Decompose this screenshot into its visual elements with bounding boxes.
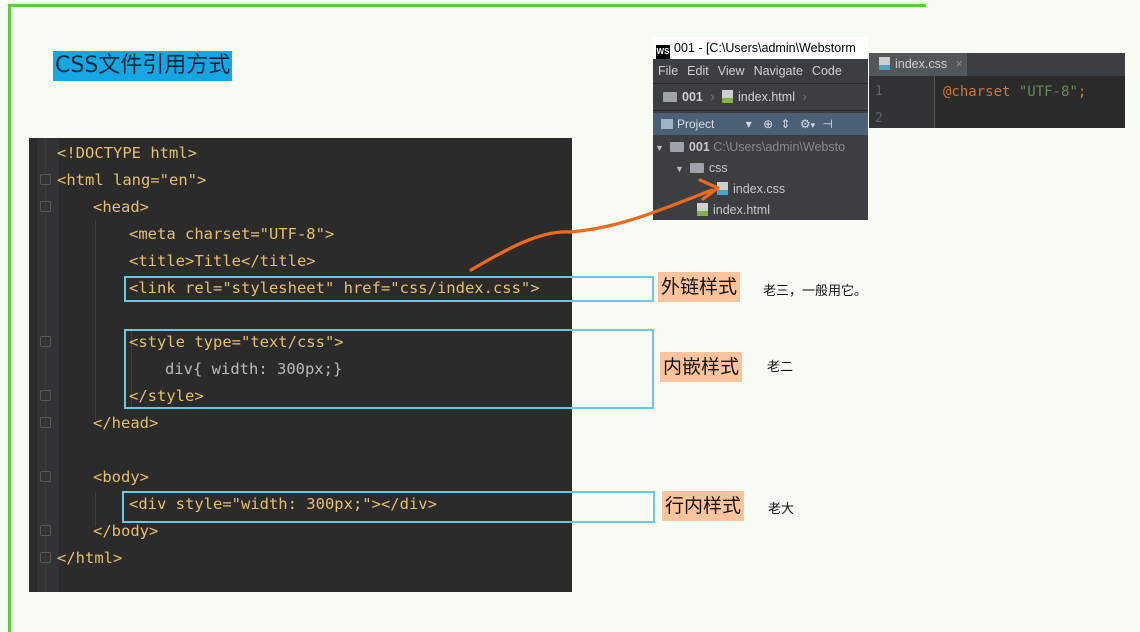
slide-title: CSS文件引用方式 xyxy=(53,51,233,81)
target-icon[interactable]: ⊕ xyxy=(763,117,773,131)
tree-root-row[interactable]: ▼ 001 C:\Users\admin\Websto xyxy=(655,137,845,157)
folder-icon xyxy=(663,92,677,102)
webstorm-logo-icon: WS xyxy=(656,45,670,59)
fold-marker-icon[interactable] xyxy=(40,417,51,428)
label-embedded-style: 内嵌样式 xyxy=(660,352,743,382)
menu-edit[interactable]: Edit xyxy=(687,64,709,78)
code-token: </head> xyxy=(93,414,159,432)
folder-icon xyxy=(669,142,684,152)
note-inline-style: 老大 xyxy=(768,502,795,517)
menu-view[interactable]: View xyxy=(718,64,745,78)
chevron-down-icon[interactable]: ▾ xyxy=(746,117,752,131)
tree-css-file-row[interactable]: index.css xyxy=(717,179,785,199)
code-line-head-open[interactable]: <head> xyxy=(93,194,149,221)
code-keyword: @charset xyxy=(943,84,1011,100)
project-toolbar: Project ▾ ⊕ ⇕ ⚙▾ ⊣ xyxy=(653,113,868,135)
code-token: <head> xyxy=(93,198,149,216)
code-string: "UTF-8" xyxy=(1018,84,1078,100)
ide-menu-bar: File Edit View Navigate Code xyxy=(653,59,868,84)
breadcrumb: 001 › index.html › xyxy=(653,84,868,111)
code-line-html-close[interactable]: </html> xyxy=(57,545,122,572)
folder-icon xyxy=(689,163,704,173)
code-token: <body> xyxy=(93,468,149,486)
menu-code[interactable]: Code xyxy=(812,64,842,78)
label-external-style: 外链样式 xyxy=(658,272,741,302)
frame-left-border xyxy=(8,4,11,632)
fold-marker-icon[interactable] xyxy=(40,390,51,401)
close-icon[interactable]: × xyxy=(956,57,963,71)
expand-arrow-icon[interactable]: ▼ xyxy=(655,138,664,158)
hide-panel-icon[interactable]: ⊣ xyxy=(823,117,833,131)
ide-window-title: 001 - [C:\Users\admin\Webstorm xyxy=(674,41,856,55)
menu-navigate[interactable]: Navigate xyxy=(754,64,803,78)
fold-marker-icon[interactable] xyxy=(40,201,51,212)
breadcrumb-file[interactable]: index.html xyxy=(738,90,795,104)
tree-html-file-row[interactable]: index.html xyxy=(697,200,770,220)
editor-tab-bar: index.css × xyxy=(869,53,1125,76)
tree-css-file-label: index.css xyxy=(733,182,786,196)
code-token: <meta charset="UTF-8"> xyxy=(129,225,335,243)
code-line-body-open[interactable]: <body> xyxy=(93,464,149,491)
highlight-box-embedded xyxy=(124,329,654,409)
tree-root-path: C:\Users\admin\Websto xyxy=(713,140,846,154)
css-file-icon xyxy=(879,57,890,70)
code-token: </body> xyxy=(93,522,159,540)
css-editor-screenshot: index.css × 1 2 @charset "UTF-8"; xyxy=(869,53,1125,128)
line-number: 2 xyxy=(875,111,883,126)
tab-index-css[interactable]: index.css × xyxy=(869,53,967,76)
css-file-icon xyxy=(717,182,728,195)
code-token: </html> xyxy=(57,549,123,567)
code-line-head-close[interactable]: </head> xyxy=(93,410,158,437)
tree-html-file-label: index.html xyxy=(713,203,770,217)
fold-marker-icon[interactable] xyxy=(40,471,51,482)
fold-marker-icon[interactable] xyxy=(40,552,51,563)
css-code-line[interactable]: @charset "UTF-8"; xyxy=(943,84,1086,100)
chevron-right-icon: › xyxy=(802,90,807,104)
tree-folder-row[interactable]: ▼ css xyxy=(675,158,728,178)
code-token: <title>Title</title> xyxy=(129,252,316,270)
gear-icon[interactable]: ⚙ xyxy=(800,117,811,131)
html-file-icon xyxy=(697,203,708,216)
project-view-icon xyxy=(661,119,673,129)
indent-guide xyxy=(95,220,96,420)
ide-title-bar: WS 001 - [C:\Users\admin\Webstorm xyxy=(653,37,868,59)
code-line-meta[interactable]: <meta charset="UTF-8"> xyxy=(129,221,334,248)
code-token: <html lang="en"> xyxy=(57,171,207,189)
code-line-doctype[interactable]: <!DOCTYPE html> xyxy=(57,140,197,167)
fold-marker-icon[interactable] xyxy=(40,525,51,536)
note-external-style: 老三，一般用它。 xyxy=(763,284,868,299)
label-inline-style: 行内样式 xyxy=(662,491,745,521)
code-semicolon: ; xyxy=(1077,84,1087,100)
line-number-gutter: 1 2 xyxy=(869,76,935,128)
breadcrumb-project[interactable]: 001 xyxy=(682,90,703,104)
menu-file[interactable]: File xyxy=(658,64,678,78)
code-line-title[interactable]: <title>Title</title> xyxy=(129,248,316,275)
tab-label: index.css xyxy=(895,57,948,71)
ide-project-screenshot: WS 001 - [C:\Users\admin\Webstorm File Edi… xyxy=(653,37,868,220)
note-embedded-style: 老二 xyxy=(767,360,794,375)
highlight-box-inline xyxy=(122,491,655,523)
frame-top-border xyxy=(8,4,926,7)
line-number: 1 xyxy=(875,84,883,99)
collapse-icon[interactable]: ⇕ xyxy=(780,117,790,131)
highlight-box-external xyxy=(124,276,654,302)
fold-marker-icon[interactable] xyxy=(40,174,51,185)
chevron-down-icon[interactable]: ▾ xyxy=(811,120,816,130)
chevron-right-icon: › xyxy=(710,90,715,104)
project-view-dropdown[interactable]: Project xyxy=(677,117,714,131)
code-line-html-open[interactable]: <html lang="en"> xyxy=(57,167,206,194)
tree-folder-label: css xyxy=(708,161,728,175)
code-token: <!DOCTYPE html> xyxy=(57,144,197,162)
fold-marker-icon[interactable] xyxy=(40,336,51,347)
html-file-icon xyxy=(722,90,733,103)
expand-arrow-icon[interactable]: ▼ xyxy=(675,159,684,179)
tree-root-label: 001 xyxy=(688,140,710,154)
